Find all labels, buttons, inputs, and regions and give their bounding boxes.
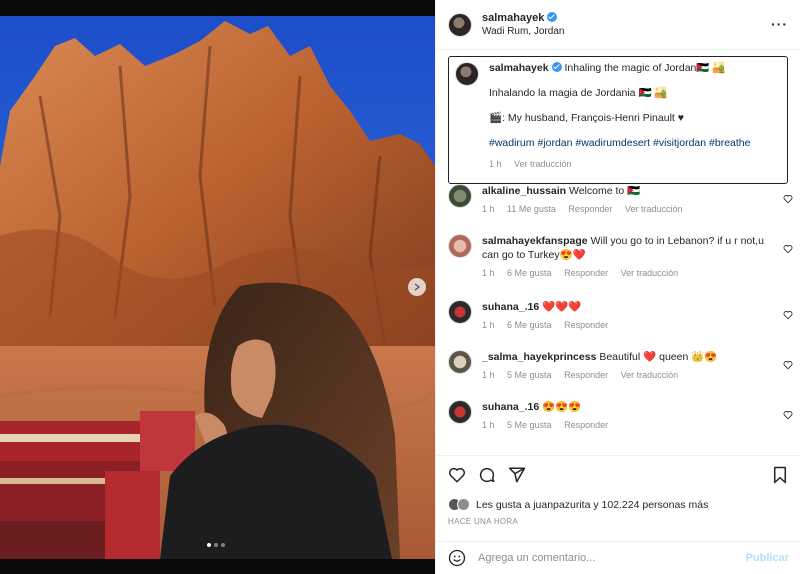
comment-translate-link[interactable]: Ver traducción	[625, 204, 683, 214]
comment-time: 1 h	[482, 204, 495, 215]
publish-button[interactable]: Publicar	[746, 552, 789, 564]
comment-item: alkaline_hussain Welcome to 🇯🇴 1 h 11 Me…	[448, 184, 793, 234]
comment-username[interactable]: suhana_.16	[482, 401, 539, 413]
comment-likes[interactable]: 5 Me gusta	[507, 420, 552, 430]
comment-text: Welcome to 🇯🇴	[568, 185, 641, 197]
comment-likes[interactable]: 11 Me gusta	[507, 204, 556, 214]
comment-time: 1 h	[482, 370, 495, 381]
comment-username[interactable]: suhana_.16	[482, 301, 539, 313]
comment-avatar[interactable]	[448, 350, 472, 374]
carousel-dot-1	[207, 543, 211, 547]
comment-reply-button[interactable]: Responder	[568, 204, 612, 214]
comment-item: _salma_hayekprincess Beautiful ❤️ queen …	[448, 350, 793, 400]
comment-icon[interactable]	[478, 466, 496, 484]
comment-time: 1 h	[482, 268, 495, 279]
caption-meta: 1 h Ver traducción	[489, 159, 750, 170]
comment-reply-button[interactable]: Responder	[564, 420, 608, 430]
caption-username[interactable]: salmahayek	[489, 62, 549, 74]
comment-time: 1 h	[482, 420, 495, 431]
caption-time: 1 h	[489, 158, 502, 169]
post-detail-panel: salmahayek Wadi Rum, Jordan ··· salmahay…	[435, 0, 800, 574]
media-top-bar	[0, 0, 435, 16]
comment-item: salmahayekfanspage Will you go to in Leb…	[448, 234, 793, 300]
comments-list: alkaline_hussain Welcome to 🇯🇴 1 h 11 Me…	[448, 184, 793, 450]
heart-icon[interactable]	[448, 466, 466, 484]
carousel-indicator	[207, 543, 225, 547]
comment-text: 😍😍😍	[542, 401, 582, 413]
chevron-right-icon	[414, 283, 421, 291]
carousel-next-button[interactable]	[408, 278, 426, 296]
post-header: salmahayek Wadi Rum, Jordan ···	[436, 0, 800, 50]
comment-likes[interactable]: 6 Me gusta	[507, 268, 552, 278]
comment-like-heart-icon[interactable]	[783, 410, 793, 420]
comment-translate-link[interactable]: Ver traducción	[621, 268, 679, 278]
post-location[interactable]: Wadi Rum, Jordan	[482, 26, 564, 37]
more-options-icon[interactable]: ···	[771, 16, 788, 32]
comment-like-heart-icon[interactable]	[783, 194, 793, 204]
post-caption: salmahayek Inhaling the magic of Jordan🇯…	[448, 56, 788, 184]
caption-line-2: Inhalando la magia de Jordania 🇯🇴 🏜️	[489, 87, 668, 100]
comment-avatar[interactable]	[448, 300, 472, 324]
carousel-dot-3	[221, 543, 225, 547]
comment-input[interactable]	[478, 552, 728, 564]
caption-translate-link[interactable]: Ver traducción	[514, 159, 572, 169]
verified-badge-icon	[551, 62, 562, 72]
comment-avatar[interactable]	[448, 400, 472, 424]
comment-username[interactable]: salmahayekfanspage	[482, 235, 588, 247]
comment-like-heart-icon[interactable]	[783, 244, 793, 254]
comment-text: Beautiful ❤️ queen 👑😍	[599, 351, 718, 363]
comment-reply-button[interactable]: Responder	[564, 370, 608, 380]
comment-item: suhana_.16 😍😍😍 1 h 5 Me gusta Responder	[448, 400, 793, 450]
comment-username[interactable]: _salma_hayekprincess	[482, 351, 596, 363]
post-timestamp: HACE UNA HORA	[448, 517, 519, 526]
add-comment-bar: Publicar	[436, 541, 800, 574]
comment-time: 1 h	[482, 320, 495, 331]
comment-likes[interactable]: 6 Me gusta	[507, 320, 552, 330]
comment-reply-button[interactable]: Responder	[564, 268, 608, 278]
caption-hashtags[interactable]: #wadirum #jordan #wadirumdesert #visitjo…	[489, 137, 750, 150]
post-media[interactable]	[0, 0, 435, 574]
bookmark-icon[interactable]	[771, 466, 789, 484]
post-actions: Les gusta a juanpazurita y 102.224 perso…	[436, 455, 800, 526]
author-username[interactable]: salmahayek	[482, 12, 544, 24]
comment-avatar[interactable]	[448, 184, 472, 208]
comment-like-heart-icon[interactable]	[783, 360, 793, 370]
emoji-icon[interactable]	[448, 549, 466, 567]
comment-text: ❤️❤️❤️	[542, 301, 582, 313]
comment-avatar[interactable]	[448, 234, 472, 258]
caption-line-1: Inhaling the magic of Jordan🇯🇴 🏜️	[564, 62, 726, 74]
likes-text: Les gusta a juanpazurita y 102.224 perso…	[476, 498, 709, 511]
media-bottom-bar	[0, 559, 435, 574]
author-avatar[interactable]	[448, 12, 472, 37]
author-info: salmahayek Wadi Rum, Jordan	[482, 12, 564, 37]
send-icon[interactable]	[508, 466, 526, 484]
verified-badge-icon	[547, 12, 558, 22]
action-bar	[448, 464, 789, 486]
comment-reply-button[interactable]: Responder	[564, 320, 608, 330]
caption-author-avatar[interactable]	[455, 62, 479, 86]
comment-likes[interactable]: 5 Me gusta	[507, 370, 552, 380]
caption-line-3: 🎬: My husband, François-Henri Pinault ♥	[489, 112, 684, 125]
comment-item: suhana_.16 ❤️❤️❤️ 1 h 6 Me gusta Respond…	[448, 300, 793, 350]
likes-summary[interactable]: Les gusta a juanpazurita y 102.224 perso…	[448, 498, 789, 511]
comment-translate-link[interactable]: Ver traducción	[621, 370, 679, 380]
comment-username[interactable]: alkaline_hussain	[482, 185, 566, 197]
liker-avatar	[457, 498, 470, 511]
carousel-dot-2	[214, 543, 218, 547]
desert-photo	[0, 16, 435, 559]
comment-like-heart-icon[interactable]	[783, 310, 793, 320]
